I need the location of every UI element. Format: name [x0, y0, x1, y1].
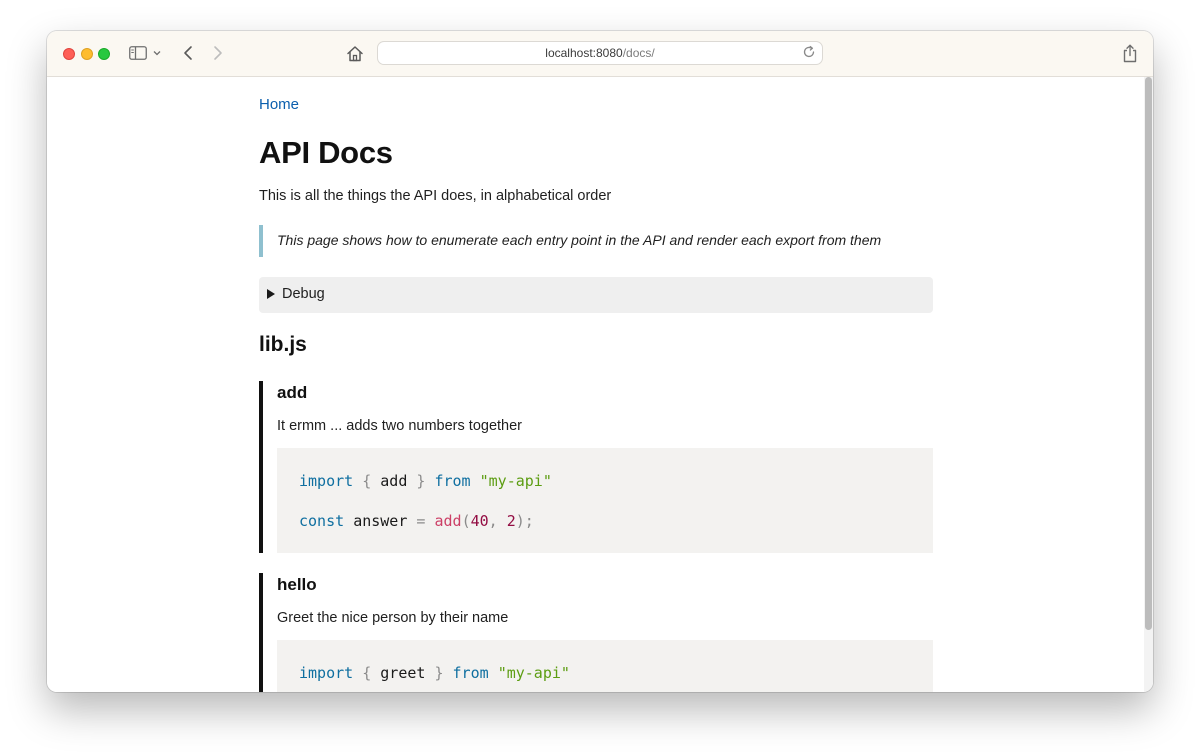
forward-icon[interactable] [208, 43, 228, 63]
url-path: /docs/ [622, 46, 655, 60]
note-blockquote: This page shows how to enumerate each en… [259, 225, 933, 257]
reload-icon[interactable] [802, 45, 818, 61]
code-function: add [434, 512, 462, 530]
code-block: import { add } from "my-api" const answe… [277, 448, 933, 553]
code-punctuation: } [434, 664, 444, 682]
url-host: localhost:8080 [545, 46, 623, 60]
code-punctuation: , [488, 512, 498, 530]
code-keyword: const [299, 512, 345, 530]
page-content: Home API Docs This is all the things the… [47, 77, 1153, 692]
code-operator: = [416, 512, 426, 530]
code-keyword: import [299, 472, 354, 490]
debug-label: Debug [282, 286, 325, 302]
code-line: import { greet } from "my-api" [299, 664, 570, 682]
entry-hello: hello Greet the nice person by their nam… [259, 573, 933, 692]
sidebar-icon[interactable] [128, 43, 148, 63]
home-icon[interactable] [345, 43, 365, 63]
entry-name: hello [277, 575, 317, 594]
code-string: "my-api" [497, 664, 570, 682]
share-icon[interactable] [1120, 43, 1140, 63]
code-block: import { greet } from "my-api" [277, 640, 933, 692]
entry-add: add It ermm ... adds two numbers togethe… [259, 381, 933, 553]
page-title: API Docs [259, 135, 393, 170]
code-punctuation: { [362, 664, 372, 682]
browser-window: localhost:8080/docs/ Home API Docs This … [47, 31, 1153, 692]
back-icon[interactable] [178, 43, 198, 63]
title-bar: localhost:8080/docs/ [47, 31, 1153, 77]
code-identifier: add [380, 472, 408, 490]
file-heading: lib.js [259, 333, 307, 356]
entry-description: Greet the nice person by their name [277, 610, 509, 626]
code-punctuation: { [362, 472, 372, 490]
code-punctuation: ( [461, 512, 471, 530]
intro-text: This is all the things the API does, in … [259, 188, 612, 204]
code-line: const answer = add(40, 2); [299, 512, 534, 530]
code-punctuation: } [416, 472, 426, 490]
vertical-scrollbar[interactable] [1144, 77, 1153, 692]
code-identifier: greet [380, 664, 426, 682]
scrollbar-thumb[interactable] [1145, 77, 1152, 630]
close-window-button[interactable] [63, 48, 75, 60]
code-identifier: answer [353, 512, 408, 530]
code-punctuation: ); [515, 512, 534, 530]
code-string: "my-api" [479, 472, 552, 490]
zoom-window-button[interactable] [98, 48, 110, 60]
home-link[interactable]: Home [259, 96, 299, 113]
code-line: import { add } from "my-api" [299, 472, 552, 490]
minimize-window-button[interactable] [81, 48, 93, 60]
debug-details-toggle[interactable]: Debug [259, 277, 933, 313]
address-bar[interactable]: localhost:8080/docs/ [377, 41, 823, 65]
code-number: 2 [506, 512, 516, 530]
code-number: 40 [470, 512, 489, 530]
url-text: localhost:8080/docs/ [378, 46, 822, 60]
code-keyword: from [452, 664, 489, 682]
chevron-down-icon[interactable] [150, 43, 164, 63]
code-keyword: import [299, 664, 354, 682]
code-keyword: from [434, 472, 471, 490]
disclosure-triangle-icon [267, 289, 275, 299]
entry-description: It ermm ... adds two numbers together [277, 418, 522, 434]
entry-name: add [277, 383, 308, 402]
